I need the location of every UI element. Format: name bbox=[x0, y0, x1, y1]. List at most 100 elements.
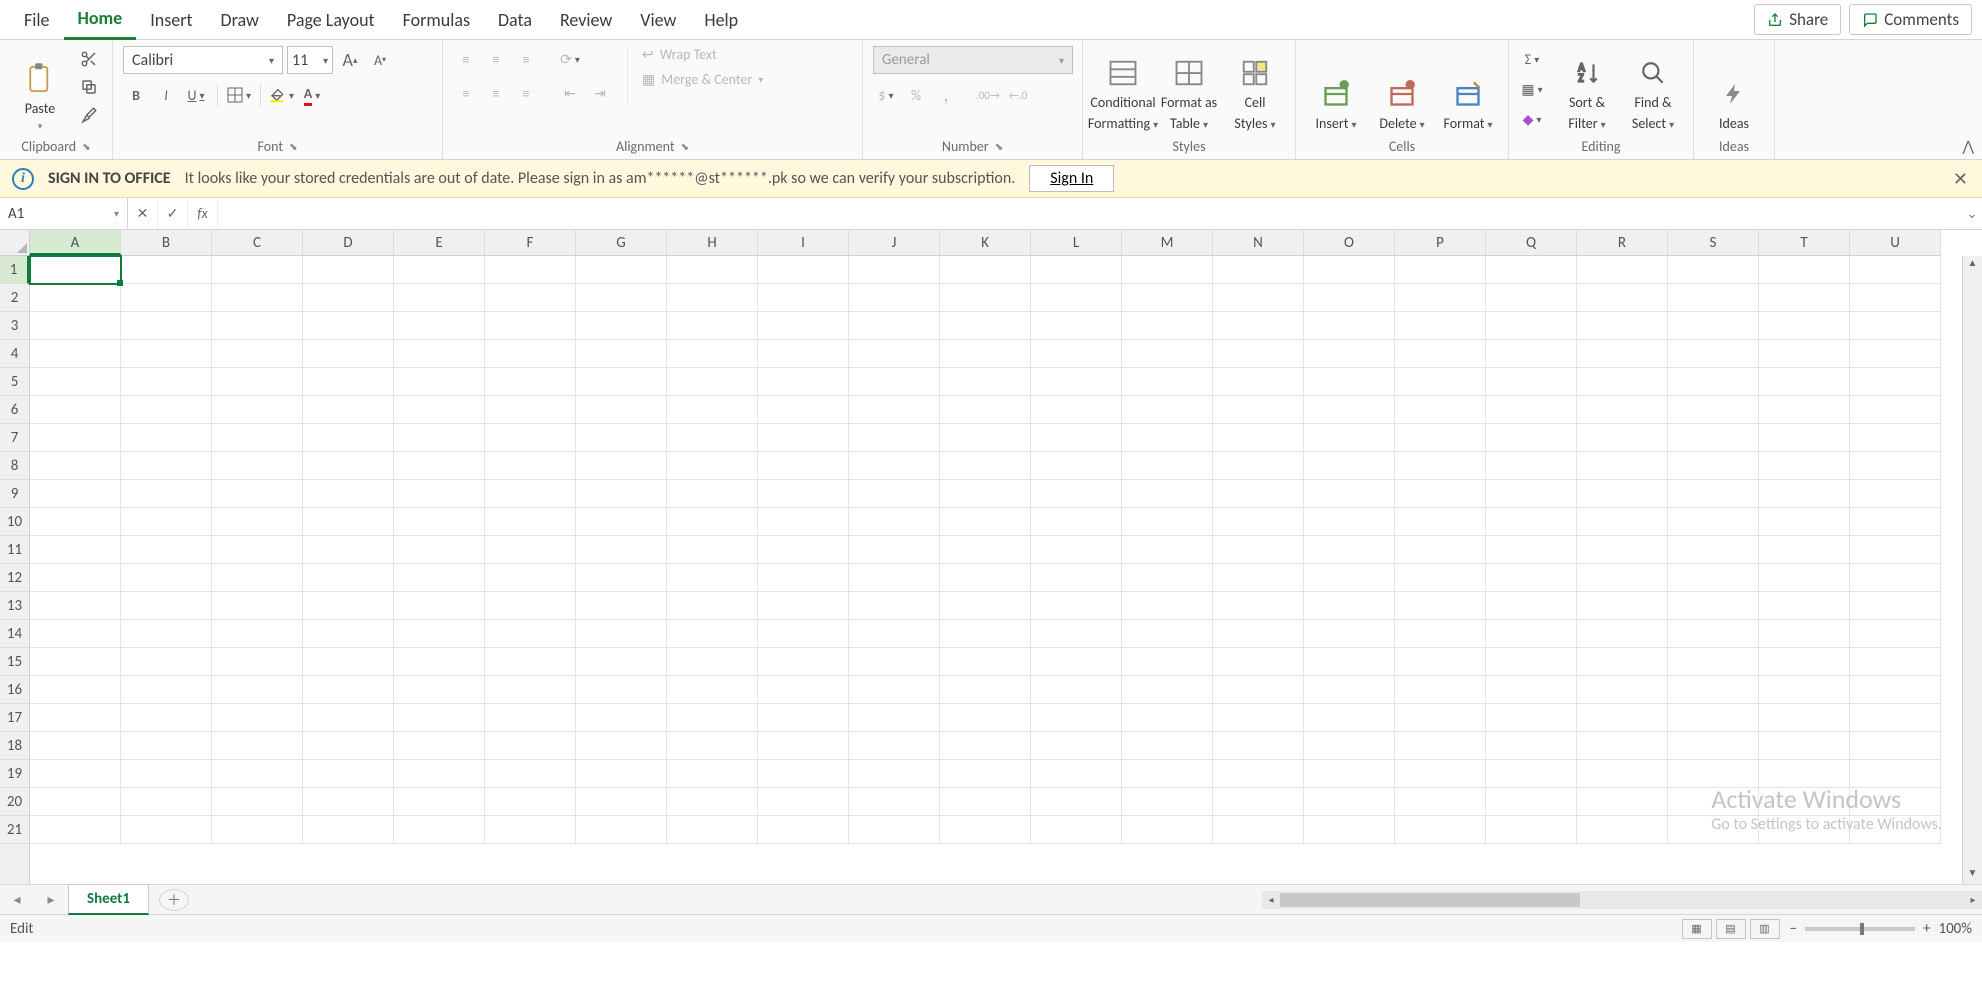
cell-U16[interactable] bbox=[1850, 676, 1941, 704]
cell-E7[interactable] bbox=[394, 424, 485, 452]
cell-O10[interactable] bbox=[1304, 508, 1395, 536]
cell-L8[interactable] bbox=[1031, 452, 1122, 480]
cell-R5[interactable] bbox=[1577, 368, 1668, 396]
cell-A14[interactable] bbox=[30, 620, 121, 648]
cell-I2[interactable] bbox=[758, 284, 849, 312]
cell-G5[interactable] bbox=[576, 368, 667, 396]
column-header-F[interactable]: F bbox=[485, 230, 576, 255]
cell-B4[interactable] bbox=[121, 340, 212, 368]
cell-U20[interactable] bbox=[1850, 788, 1941, 816]
cell-M9[interactable] bbox=[1122, 480, 1213, 508]
cell-F11[interactable] bbox=[485, 536, 576, 564]
cell-U6[interactable] bbox=[1850, 396, 1941, 424]
cell-E18[interactable] bbox=[394, 732, 485, 760]
cell-C11[interactable] bbox=[212, 536, 303, 564]
cell-S6[interactable] bbox=[1668, 396, 1759, 424]
row-header-7[interactable]: 7 bbox=[0, 424, 29, 452]
cell-Q3[interactable] bbox=[1486, 312, 1577, 340]
cell-A7[interactable] bbox=[30, 424, 121, 452]
font-name-select[interactable]: Calibri▾ bbox=[123, 46, 283, 74]
cell-I7[interactable] bbox=[758, 424, 849, 452]
cell-R2[interactable] bbox=[1577, 284, 1668, 312]
row-header-15[interactable]: 15 bbox=[0, 648, 29, 676]
row-header-18[interactable]: 18 bbox=[0, 732, 29, 760]
cell-C20[interactable] bbox=[212, 788, 303, 816]
cell-G8[interactable] bbox=[576, 452, 667, 480]
cell-P17[interactable] bbox=[1395, 704, 1486, 732]
cell-Q14[interactable] bbox=[1486, 620, 1577, 648]
cell-H9[interactable] bbox=[667, 480, 758, 508]
view-page-break-button[interactable]: ▥ bbox=[1750, 919, 1780, 939]
tab-home[interactable]: Home bbox=[64, 0, 137, 40]
row-header-17[interactable]: 17 bbox=[0, 704, 29, 732]
tab-insert[interactable]: Insert bbox=[136, 1, 206, 39]
cell-L20[interactable] bbox=[1031, 788, 1122, 816]
cell-R7[interactable] bbox=[1577, 424, 1668, 452]
cell-F18[interactable] bbox=[485, 732, 576, 760]
cell-Q16[interactable] bbox=[1486, 676, 1577, 704]
cell-C16[interactable] bbox=[212, 676, 303, 704]
cell-T18[interactable] bbox=[1759, 732, 1850, 760]
column-header-B[interactable]: B bbox=[121, 230, 212, 255]
cell-L21[interactable] bbox=[1031, 816, 1122, 844]
cell-E2[interactable] bbox=[394, 284, 485, 312]
cell-A20[interactable] bbox=[30, 788, 121, 816]
cell-G9[interactable] bbox=[576, 480, 667, 508]
tab-page-layout[interactable]: Page Layout bbox=[273, 1, 389, 39]
cell-T14[interactable] bbox=[1759, 620, 1850, 648]
cell-P2[interactable] bbox=[1395, 284, 1486, 312]
cell-U10[interactable] bbox=[1850, 508, 1941, 536]
column-header-R[interactable]: R bbox=[1577, 230, 1668, 255]
formula-input[interactable] bbox=[218, 198, 1962, 229]
row-header-12[interactable]: 12 bbox=[0, 564, 29, 592]
cell-D21[interactable] bbox=[303, 816, 394, 844]
dialog-launcher-icon[interactable]: ⬊ bbox=[681, 140, 689, 153]
cell-S12[interactable] bbox=[1668, 564, 1759, 592]
cell-Q20[interactable] bbox=[1486, 788, 1577, 816]
sign-in-button[interactable]: Sign In bbox=[1029, 165, 1114, 192]
row-header-8[interactable]: 8 bbox=[0, 452, 29, 480]
zoom-in-button[interactable]: + bbox=[1923, 920, 1930, 938]
cell-E10[interactable] bbox=[394, 508, 485, 536]
cell-N19[interactable] bbox=[1213, 760, 1304, 788]
cell-K13[interactable] bbox=[940, 592, 1031, 620]
cell-K1[interactable] bbox=[940, 256, 1031, 284]
cell-T1[interactable] bbox=[1759, 256, 1850, 284]
cell-I13[interactable] bbox=[758, 592, 849, 620]
cell-Q21[interactable] bbox=[1486, 816, 1577, 844]
cell-J13[interactable] bbox=[849, 592, 940, 620]
cell-T7[interactable] bbox=[1759, 424, 1850, 452]
cell-E9[interactable] bbox=[394, 480, 485, 508]
dialog-launcher-icon[interactable]: ⬊ bbox=[995, 140, 1003, 153]
cell-Q7[interactable] bbox=[1486, 424, 1577, 452]
cell-I8[interactable] bbox=[758, 452, 849, 480]
cell-J16[interactable] bbox=[849, 676, 940, 704]
cell-M18[interactable] bbox=[1122, 732, 1213, 760]
cell-H21[interactable] bbox=[667, 816, 758, 844]
decrease-font-button[interactable]: A▾ bbox=[367, 47, 393, 73]
cell-B5[interactable] bbox=[121, 368, 212, 396]
align-bottom-button[interactable]: ≡ bbox=[513, 46, 539, 72]
cell-I14[interactable] bbox=[758, 620, 849, 648]
cell-G4[interactable] bbox=[576, 340, 667, 368]
cell-M16[interactable] bbox=[1122, 676, 1213, 704]
column-header-Q[interactable]: Q bbox=[1486, 230, 1577, 255]
cell-I20[interactable] bbox=[758, 788, 849, 816]
percent-button[interactable]: % bbox=[903, 82, 929, 108]
cell-Q1[interactable] bbox=[1486, 256, 1577, 284]
cell-F20[interactable] bbox=[485, 788, 576, 816]
column-header-K[interactable]: K bbox=[940, 230, 1031, 255]
cell-A17[interactable] bbox=[30, 704, 121, 732]
cell-M1[interactable] bbox=[1122, 256, 1213, 284]
cell-L9[interactable] bbox=[1031, 480, 1122, 508]
close-notification-button[interactable]: ✕ bbox=[1953, 168, 1968, 190]
tab-file[interactable]: File bbox=[10, 1, 64, 39]
cell-S17[interactable] bbox=[1668, 704, 1759, 732]
align-center-button[interactable]: ≡ bbox=[483, 80, 509, 106]
cell-I12[interactable] bbox=[758, 564, 849, 592]
cell-D11[interactable] bbox=[303, 536, 394, 564]
column-header-P[interactable]: P bbox=[1395, 230, 1486, 255]
cell-T17[interactable] bbox=[1759, 704, 1850, 732]
cell-G10[interactable] bbox=[576, 508, 667, 536]
cell-N18[interactable] bbox=[1213, 732, 1304, 760]
